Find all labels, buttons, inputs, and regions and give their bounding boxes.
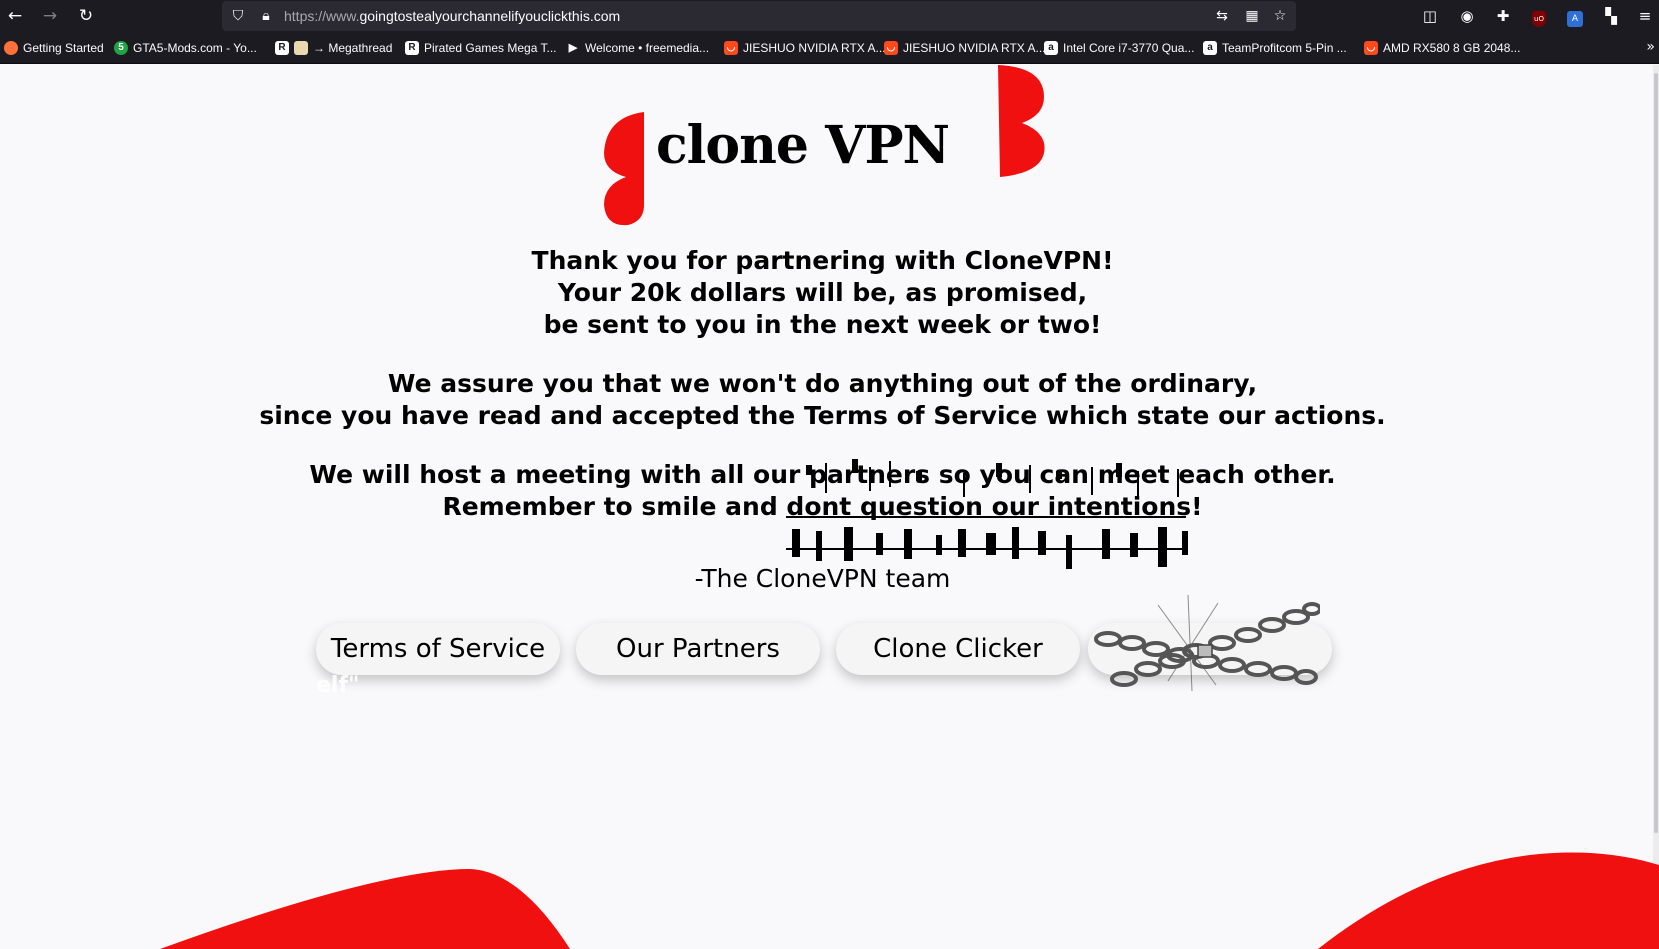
red-wave-decoration — [160, 852, 1659, 949]
bookmark-item[interactable]: R Pirated Games Mega T... — [405, 39, 557, 57]
message-line: We assure you that we won't do anything … — [387, 369, 1258, 398]
gta5-mods-icon: 5 — [114, 41, 128, 55]
aliexpress-icon: ◡ — [1364, 41, 1378, 55]
hamburger-menu-icon[interactable]: ≡ — [1634, 5, 1656, 27]
qr-code-icon[interactable]: ▦ — [1242, 6, 1262, 26]
bookmark-star-icon[interactable]: ☆ — [1270, 6, 1290, 26]
firefox-icon — [4, 41, 18, 55]
bookmark-item[interactable]: ◡ JIESHUO NVIDIA RTX A... — [724, 39, 885, 57]
message-line: since you have read and accepted the Ter… — [259, 401, 1386, 430]
scroll-icon — [294, 41, 308, 55]
our-partners-button[interactable]: Our Partners — [576, 623, 820, 675]
message-line: Your 20k dollars will be, as promised, — [557, 278, 1088, 307]
tracking-shield-icon[interactable]: ⛉ — [228, 6, 248, 26]
amazon-icon: a — [1203, 41, 1217, 55]
clone-clicker-button[interactable]: Clone Clicker — [836, 623, 1080, 675]
bookmark-item[interactable]: ▶ Welcome • freemedia... — [566, 39, 709, 57]
logo-text: clone VPN — [656, 115, 950, 176]
signature: -The CloneVPN team — [694, 564, 951, 593]
message-line: be sent to you in the next week or two! — [543, 310, 1102, 339]
ghost-text: elf" — [316, 673, 360, 698]
reddit-r-icon: R — [275, 41, 289, 55]
ublock-origin-icon[interactable]: uO — [1528, 5, 1550, 27]
scrollbar-thumb[interactable] — [1654, 73, 1658, 833]
page-content: clone VPN Thank you for partnering with … — [0, 65, 1659, 949]
bookmark-item[interactable]: a TeamProfitcom 5-Pin ... — [1203, 39, 1347, 57]
chains-lock-icon — [1094, 595, 1320, 691]
extensions-puzzle-icon[interactable]: ✚ — [1492, 5, 1514, 27]
aliexpress-icon: ◡ — [724, 41, 738, 55]
translator-extension-icon[interactable]: A — [1564, 5, 1586, 27]
forward-arrow-icon[interactable]: → — [38, 4, 62, 28]
bookmark-item[interactable]: 5 GTA5-Mods.com - Yo... — [114, 39, 257, 57]
clonevpn-logo[interactable]: clone VPN — [596, 65, 1056, 231]
browser-toolbar: ← → ↻ ⛉ 🔒︎ https://www.goingtostealyourc… — [0, 0, 1659, 32]
url-text[interactable]: https://www.goingtostealyourchannelifyou… — [284, 8, 620, 24]
message-line: Thank you for partnering with CloneVPN! — [531, 246, 1114, 275]
glitch-overlay — [786, 459, 1188, 569]
bookmark-item[interactable]: a Intel Core i7-3770 Qua... — [1044, 39, 1194, 57]
apps-grid-icon[interactable]: ▚ — [1600, 5, 1622, 27]
bookmark-item[interactable]: ◡ AMD RX580 8 GB 2048... — [1364, 39, 1520, 57]
bookmark-item[interactable]: R → Megathread — [275, 39, 392, 57]
chevron-overflow-icon[interactable]: » — [1646, 39, 1655, 55]
back-arrow-icon[interactable]: ← — [3, 4, 27, 28]
aliexpress-icon: ◡ — [884, 41, 898, 55]
account-icon[interactable]: ◉ — [1456, 5, 1478, 27]
play-icon: ▶ — [568, 42, 578, 54]
translate-icon[interactable]: ⇆ — [1212, 6, 1232, 26]
terms-of-service-button[interactable]: Terms of Service — [316, 623, 560, 675]
bookmark-item[interactable]: Getting Started — [4, 39, 104, 57]
bookmarks-bar: Getting Started 5 GTA5-Mods.com - Yo... R… — [0, 32, 1659, 64]
bookmark-item[interactable]: ◡ JIESHUO NVIDIA RTX A... — [884, 39, 1045, 57]
pocket-icon[interactable]: ◫ — [1419, 5, 1441, 27]
reload-icon[interactable]: ↻ — [74, 4, 98, 28]
url-bar[interactable]: ⛉ 🔒︎ https://www.goingtostealyourchannel… — [222, 1, 1296, 31]
scrollbar[interactable] — [1653, 65, 1659, 949]
lock-icon[interactable]: 🔒︎ — [256, 6, 276, 26]
reddit-r-icon: R — [405, 41, 419, 55]
amazon-icon: a — [1044, 41, 1058, 55]
